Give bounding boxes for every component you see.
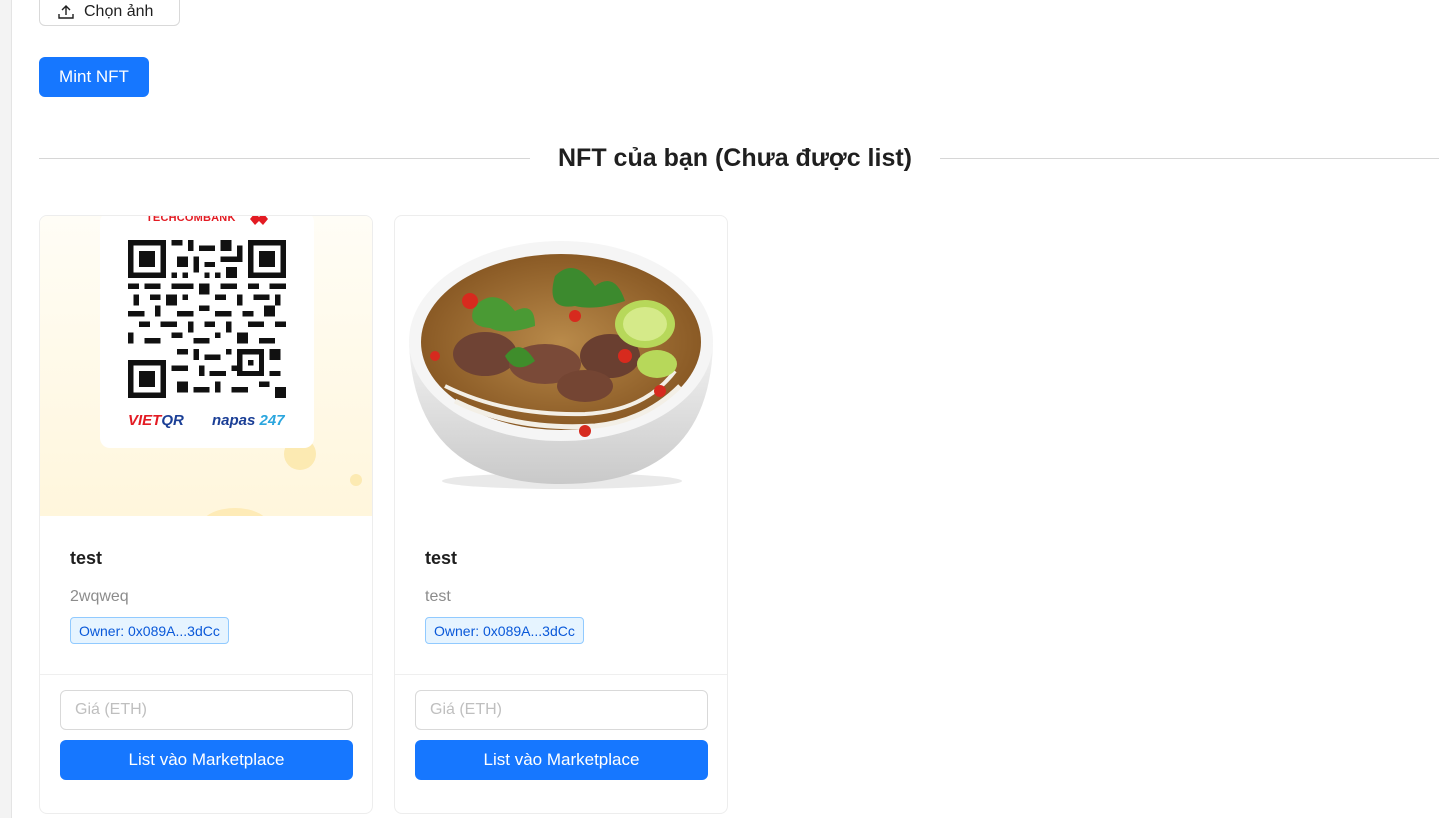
nft-image-qr: TECHCOMBANK VIETQR napas 247: [40, 216, 372, 516]
napas-logo: napas 247: [212, 412, 285, 429]
owner-tag: Owner: 0x089A...3dCc: [70, 617, 229, 644]
price-input[interactable]: [415, 690, 708, 730]
card-divider: [40, 674, 372, 675]
nft-title: test: [425, 548, 458, 568]
upload-icon: [58, 5, 74, 19]
qr-code: [128, 240, 286, 398]
nft-description: 2wqweq: [70, 588, 129, 605]
nft-card: test test Owner: 0x089A...3dCc List vào …: [394, 215, 728, 814]
choose-image-button[interactable]: Chọn ảnh: [39, 0, 180, 26]
nft-image-pho: [395, 216, 727, 516]
divider-line-right: [940, 157, 1439, 159]
price-input[interactable]: [60, 690, 353, 730]
nft-card: TECHCOMBANK VIETQR napas 247 test 2wqweq…: [39, 215, 373, 814]
card-divider: [395, 674, 727, 675]
section-divider: NFT của bạn (Chưa được list): [39, 140, 1439, 176]
list-marketplace-button[interactable]: List vào Marketplace: [60, 740, 353, 780]
divider-line-left: [39, 157, 530, 159]
nft-title: test: [70, 548, 103, 568]
owner-tag: Owner: 0x089A...3dCc: [425, 617, 584, 644]
choose-image-label: Chọn ảnh: [84, 3, 154, 20]
list-marketplace-button[interactable]: List vào Marketplace: [415, 740, 708, 780]
vietqr-logo: VIETQR: [128, 412, 184, 429]
section-title: NFT của bạn (Chưa được list): [558, 143, 913, 172]
mint-nft-button[interactable]: Mint NFT: [39, 57, 149, 97]
qr-panel: TECHCOMBANK VIETQR napas 247: [100, 216, 314, 448]
left-rail: [0, 0, 12, 818]
nft-description: test: [425, 588, 451, 605]
bank-name: TECHCOMBANK: [146, 216, 236, 224]
